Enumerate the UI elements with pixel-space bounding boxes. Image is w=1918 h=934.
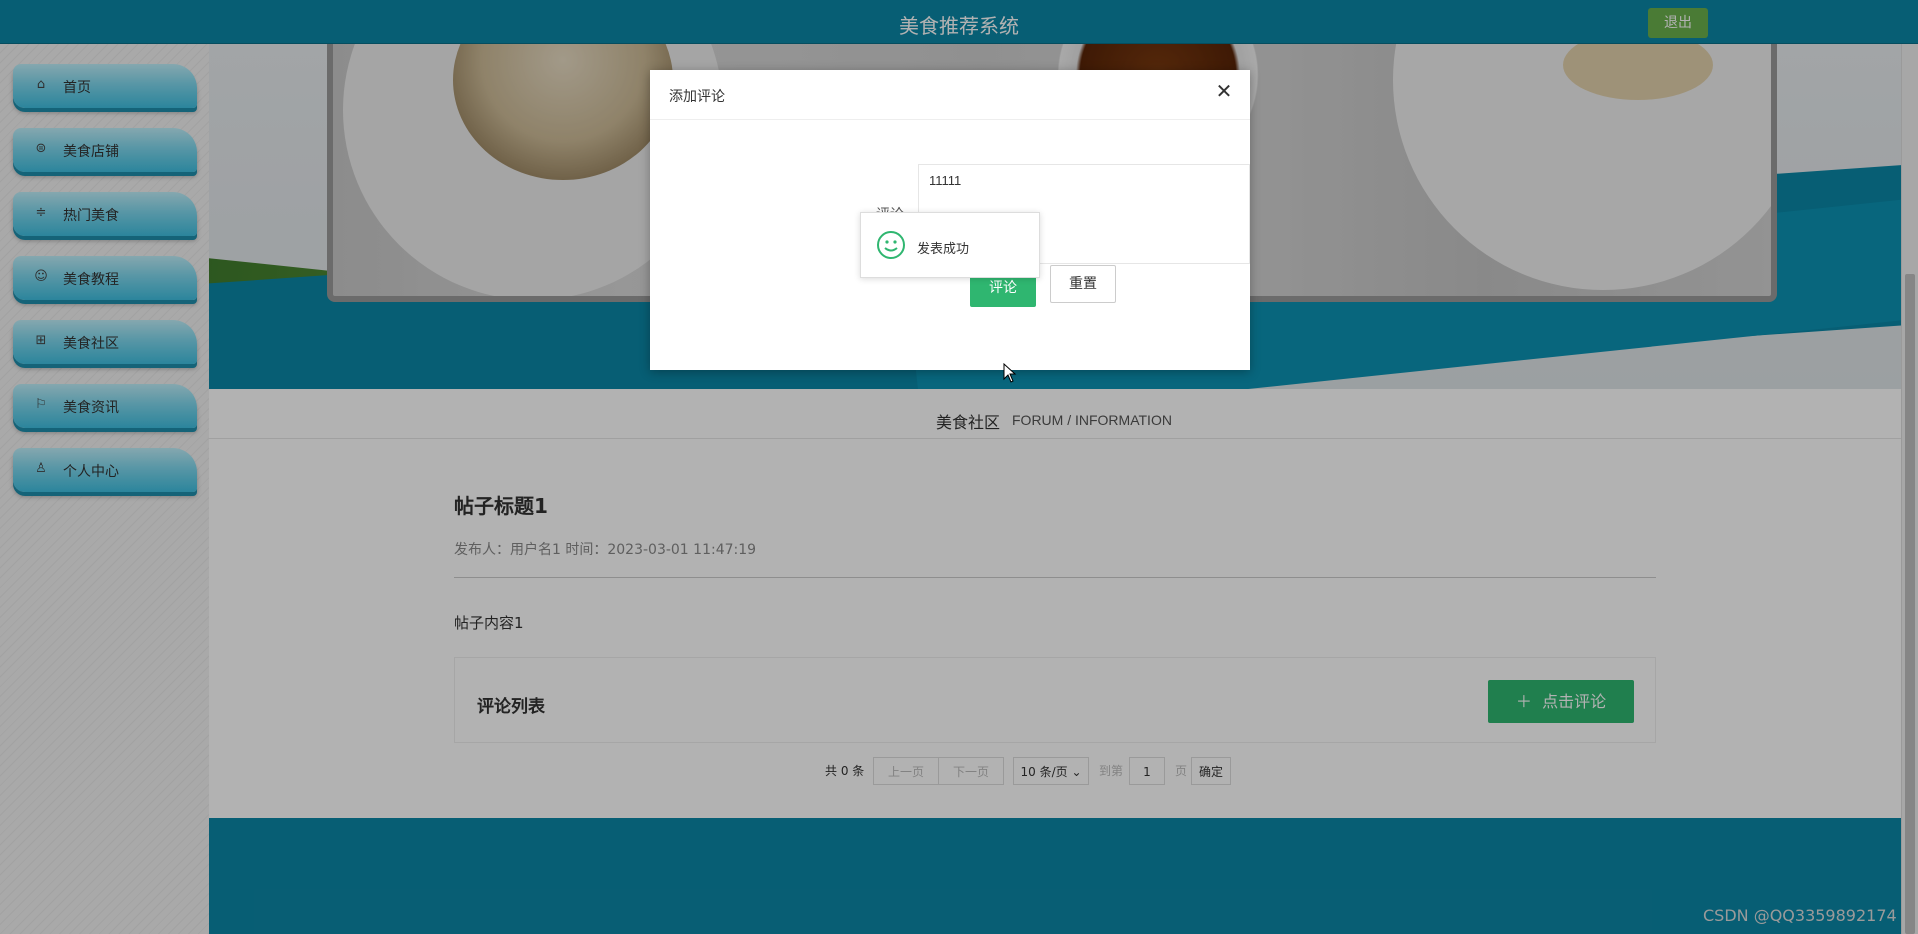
- success-toast: 发表成功: [860, 212, 1040, 278]
- reset-button[interactable]: 重置: [1050, 265, 1116, 303]
- toast-message: 发表成功: [917, 242, 970, 257]
- close-icon[interactable]: ✕: [1214, 82, 1234, 102]
- dialog-header: 添加评论 ✕: [650, 70, 1250, 120]
- mouse-cursor-icon: [1003, 363, 1017, 383]
- dialog-title: 添加评论: [669, 89, 725, 105]
- smile-icon: [877, 231, 905, 259]
